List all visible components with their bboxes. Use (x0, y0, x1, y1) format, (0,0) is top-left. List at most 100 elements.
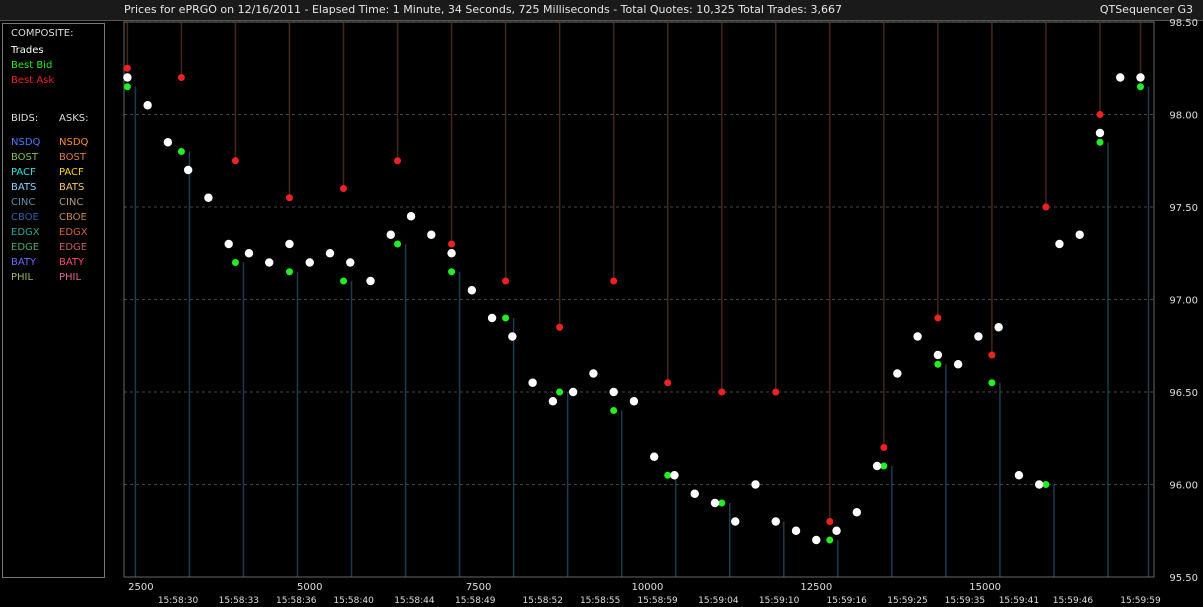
x-time-label: 15:59:35 (945, 596, 985, 606)
point-trades (1014, 471, 1024, 480)
point-best-ask (502, 277, 510, 285)
x-time-label: 15:58:55 (580, 596, 620, 606)
point-best-ask (1042, 203, 1050, 211)
x-tick-label: 2500 (128, 582, 153, 593)
point-trades (974, 332, 983, 341)
x-time-label: 15:58:30 (158, 596, 199, 606)
point-trades (406, 212, 416, 221)
point-trades (852, 508, 862, 517)
point-trades (447, 249, 456, 258)
point-best-bid (1042, 481, 1050, 488)
point-best-ask (934, 314, 942, 322)
point-trades (1116, 73, 1125, 82)
point-best-ask (664, 379, 672, 387)
y-tick-label: 96.00 (1169, 481, 1198, 492)
point-trades (224, 239, 233, 249)
point-trades (346, 258, 355, 267)
point-trades (487, 313, 497, 323)
point-trades (872, 461, 882, 471)
point-best-ask (826, 518, 834, 525)
point-trades (589, 369, 598, 378)
x-tick-label: 5000 (297, 582, 322, 593)
y-tick-label: 98.00 (1169, 111, 1198, 122)
x-tick-label: 10000 (632, 582, 664, 593)
point-best-ask (718, 388, 726, 396)
point-trades (893, 369, 902, 378)
point-best-ask (772, 388, 780, 396)
point-best-bid (1136, 83, 1144, 91)
x-time-label: 15:58:59 (637, 596, 678, 606)
point-trades (994, 323, 1003, 332)
point-trades (791, 526, 801, 535)
point-trades (244, 249, 254, 258)
point-trades (163, 138, 173, 147)
point-trades (143, 101, 152, 110)
x-tick-label: 15000 (969, 582, 1001, 593)
point-best-bid (231, 259, 239, 266)
point-trades (123, 73, 132, 82)
point-best-bid (826, 536, 834, 544)
point-best-ask (448, 240, 456, 248)
point-trades (508, 332, 517, 341)
point-trades (467, 286, 477, 295)
x-time-label: 15:58:52 (523, 596, 563, 606)
point-best-bid (502, 314, 510, 322)
point-trades (812, 535, 821, 545)
point-best-bid (123, 83, 131, 91)
qtsequencer-window: Prices for ePRGO on 12/16/2011 - Elapsed… (0, 0, 1203, 607)
point-trades (690, 489, 699, 498)
point-trades (731, 517, 740, 526)
x-time-label: 15:59:04 (698, 596, 739, 606)
point-trades (771, 517, 780, 526)
x-time-label: 15:58:40 (333, 596, 374, 606)
point-best-bid (556, 388, 564, 396)
point-best-ask (177, 74, 185, 81)
point-best-bid (285, 268, 293, 276)
point-best-ask (1096, 111, 1104, 118)
point-trades (933, 350, 943, 360)
point-trades (568, 387, 578, 397)
point-best-ask (285, 194, 293, 202)
point-best-bid (934, 360, 942, 368)
point-trades (1034, 480, 1044, 489)
x-time-label: 15:59:16 (826, 596, 867, 606)
point-trades (204, 193, 213, 202)
x-tick-label: 12500 (800, 582, 832, 593)
y-tick-label: 98.50 (1169, 18, 1198, 29)
point-trades (609, 387, 618, 397)
x-tick-label: 7500 (466, 582, 491, 593)
point-trades (710, 498, 720, 508)
point-trades (285, 239, 294, 249)
point-trades (427, 230, 436, 239)
point-trades (1075, 230, 1084, 239)
point-trades (832, 526, 841, 535)
x-time-label: 15:59:46 (1053, 596, 1094, 606)
point-trades (325, 249, 335, 258)
point-trades (913, 332, 922, 341)
y-tick-label: 95.50 (1169, 573, 1198, 584)
point-trades (649, 452, 659, 461)
point-trades (670, 471, 679, 480)
y-tick-label: 97.50 (1169, 203, 1198, 214)
point-trades (953, 360, 963, 369)
point-trades (265, 258, 274, 267)
point-trades (1055, 239, 1064, 249)
point-best-ask (556, 323, 564, 331)
x-time-label: 15:58:33 (219, 596, 259, 606)
point-best-ask (394, 157, 402, 165)
point-best-ask (988, 351, 996, 359)
point-trades (305, 258, 314, 267)
x-time-label: 15:59:10 (759, 596, 800, 606)
point-trades (1095, 128, 1105, 138)
point-trades (366, 276, 375, 286)
point-trades (548, 397, 558, 406)
x-time-label: 15:59:59 (1120, 596, 1161, 606)
point-trades (386, 230, 395, 239)
point-best-bid (448, 268, 456, 276)
point-trades (528, 378, 537, 387)
point-best-bid (664, 471, 672, 479)
point-trades (629, 397, 639, 406)
price-chart: 95.50 96.00 96.50 97.00 97.50 98.00 98.50 2500 5… (123, 18, 1198, 606)
point-best-bid (988, 379, 996, 387)
point-best-ask (610, 277, 618, 285)
